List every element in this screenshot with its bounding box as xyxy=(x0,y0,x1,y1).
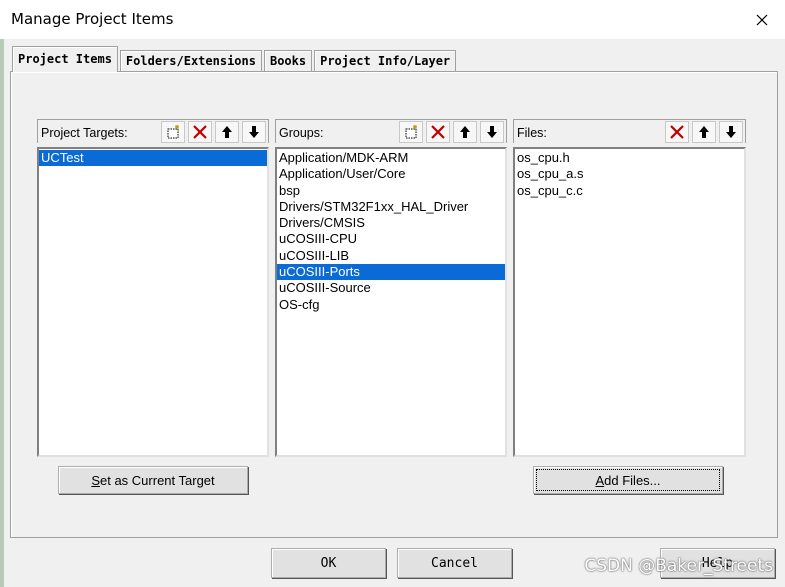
groups-header: Groups: xyxy=(275,119,507,143)
list-item-group[interactable]: Drivers/STM32F1xx_HAL_Driver xyxy=(277,199,505,215)
arrow-up-icon xyxy=(460,126,470,138)
window-title: Manage Project Items xyxy=(11,10,174,28)
set-current-target-button[interactable]: Set as Current Target xyxy=(58,466,248,494)
files-label: Files: xyxy=(517,126,547,140)
tab-project-info-layer[interactable]: Project Info/Layer xyxy=(314,50,457,72)
groups-label: Groups: xyxy=(279,126,324,140)
close-icon xyxy=(756,14,768,25)
list-item-group-selected[interactable]: uCOSIII-Ports xyxy=(277,264,505,281)
list-item-group[interactable]: Application/User/Core xyxy=(277,166,505,182)
move-target-up-button[interactable] xyxy=(215,121,239,143)
list-item-file[interactable]: os_cpu.h xyxy=(515,150,744,166)
close-button[interactable] xyxy=(739,0,785,39)
list-item-group[interactable]: OS-cfg xyxy=(277,297,505,313)
set-target-accelerator: S xyxy=(91,472,100,488)
tab-folders-extensions[interactable]: Folders/Extensions xyxy=(119,50,262,72)
list-item-file[interactable]: os_cpu_a.s xyxy=(515,166,744,182)
add-files-button[interactable]: Add Files... xyxy=(533,466,723,494)
move-group-up-button[interactable] xyxy=(453,121,477,143)
new-item-icon xyxy=(167,125,179,139)
groups-list[interactable]: Application/MDK-ARM Application/User/Cor… xyxy=(275,147,507,457)
files-header: Files: xyxy=(513,119,746,143)
targets-label: Project Targets: xyxy=(41,126,128,140)
ok-button[interactable]: OK xyxy=(271,548,386,578)
arrow-up-icon xyxy=(222,126,232,138)
arrow-down-icon xyxy=(487,126,497,138)
files-list[interactable]: os_cpu.h os_cpu_a.s os_cpu_c.c xyxy=(513,147,746,457)
background-window-edge xyxy=(0,39,4,587)
help-button[interactable]: Help xyxy=(660,548,775,578)
arrow-down-icon xyxy=(726,126,736,138)
delete-icon xyxy=(193,125,207,139)
targets-header: Project Targets: xyxy=(37,119,269,143)
list-item-file[interactable]: os_cpu_c.c xyxy=(515,183,744,199)
move-target-down-button[interactable] xyxy=(242,121,266,143)
delete-icon xyxy=(431,125,445,139)
delete-file-button[interactable] xyxy=(665,121,689,143)
delete-group-button[interactable] xyxy=(426,121,450,143)
list-item-group[interactable]: uCOSIII-CPU xyxy=(277,231,505,247)
list-item-group[interactable]: Application/MDK-ARM xyxy=(277,150,505,166)
list-item-group[interactable]: Drivers/CMSIS xyxy=(277,215,505,231)
list-item-group[interactable]: uCOSIII-LIB xyxy=(277,248,505,264)
cancel-button[interactable]: Cancel xyxy=(397,548,512,578)
add-files-label: dd Files... xyxy=(604,472,661,488)
tab-project-items[interactable]: Project Items xyxy=(12,46,118,72)
set-target-label: et as Current Target xyxy=(100,472,215,488)
delete-target-button[interactable] xyxy=(188,121,212,143)
list-item-group[interactable]: uCOSIII-Source xyxy=(277,280,505,296)
tab-strip: Project Items Folders/Extensions Books P… xyxy=(12,46,458,72)
new-target-button[interactable] xyxy=(161,121,185,143)
targets-list[interactable]: UCTest xyxy=(37,147,269,457)
title-bar: Manage Project Items xyxy=(0,0,785,39)
arrow-down-icon xyxy=(249,126,259,138)
tab-books[interactable]: Books xyxy=(263,50,313,72)
move-file-up-button[interactable] xyxy=(692,121,716,143)
list-item-target[interactable]: UCTest xyxy=(39,150,267,167)
add-files-accelerator: A xyxy=(595,472,605,488)
move-file-down-button[interactable] xyxy=(719,121,743,143)
list-item-group[interactable]: bsp xyxy=(277,183,505,199)
arrow-up-icon xyxy=(699,126,709,138)
delete-icon xyxy=(670,125,684,139)
move-group-down-button[interactable] xyxy=(480,121,504,143)
new-item-icon xyxy=(405,125,417,139)
new-group-button[interactable] xyxy=(399,121,423,143)
